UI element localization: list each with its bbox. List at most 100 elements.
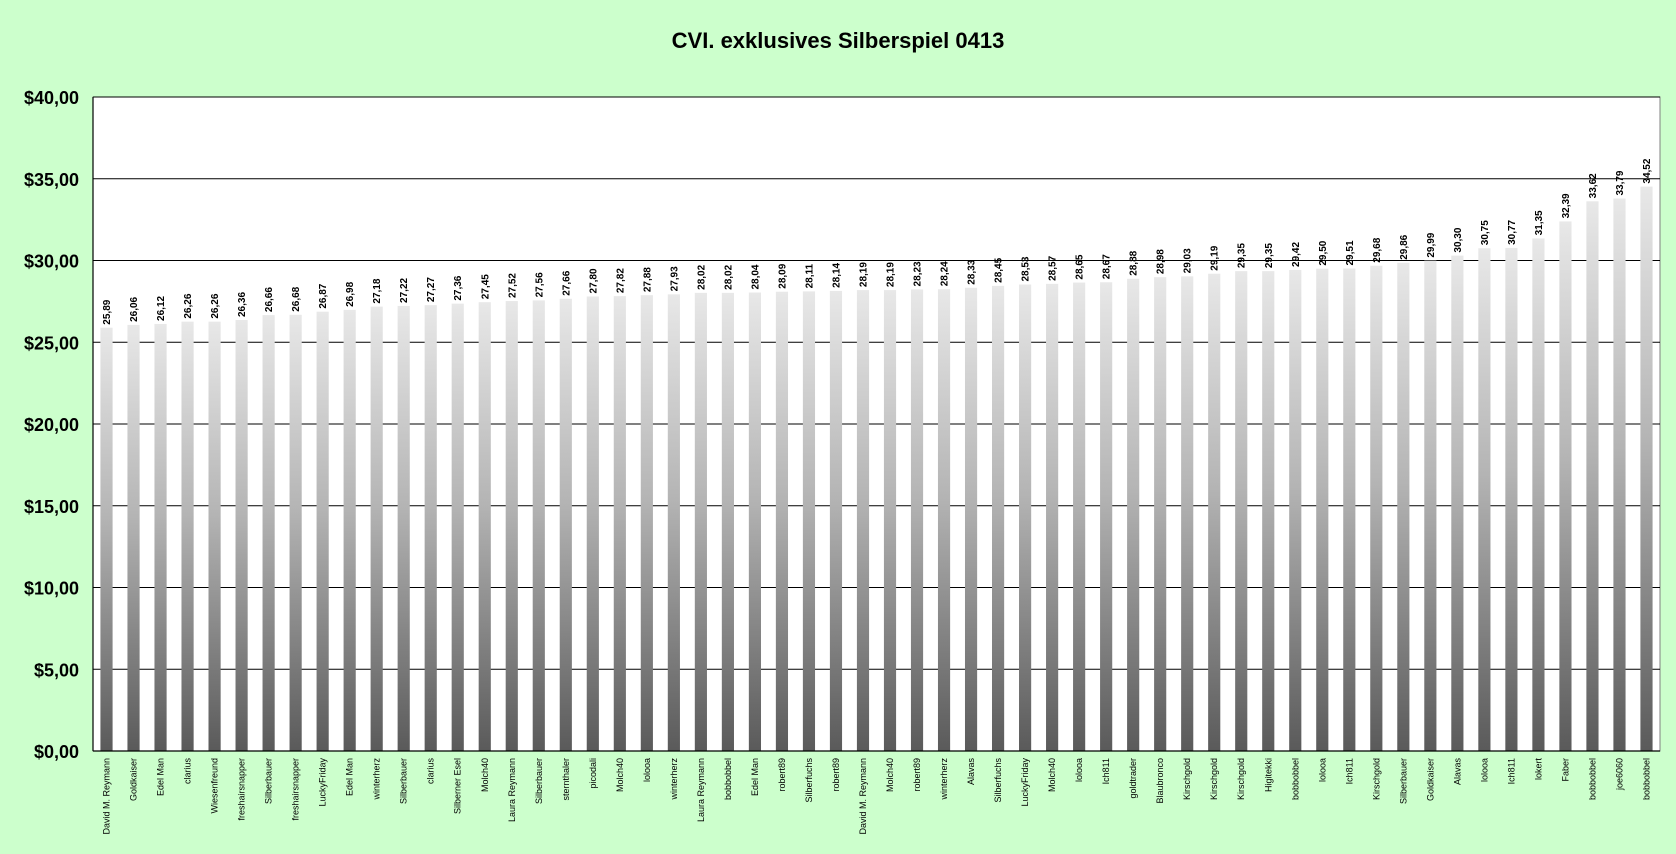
bar (613, 296, 626, 751)
data-label: 31,35 (1534, 210, 1545, 235)
data-label: 28,67 (1102, 254, 1113, 279)
data-label: 26,26 (210, 293, 221, 318)
x-tick-label: Edel Man (156, 758, 166, 796)
bar (181, 321, 194, 751)
x-tick-label: Kirschgold (1371, 758, 1381, 800)
data-label: 28,11 (804, 263, 815, 288)
data-label: 26,12 (156, 295, 167, 320)
data-label: 29,19 (1210, 245, 1221, 270)
bar (1316, 268, 1329, 751)
x-tick-label: Ich811 (1506, 758, 1516, 784)
data-label: 29,35 (1264, 243, 1275, 268)
bar (154, 323, 167, 751)
bar (1046, 283, 1059, 751)
data-label: 27,66 (561, 270, 572, 295)
bar (586, 296, 599, 751)
bar (262, 315, 275, 751)
bar (424, 305, 437, 751)
data-label: 27,36 (453, 275, 464, 300)
data-label: 29,99 (1426, 232, 1437, 257)
bar (343, 309, 356, 751)
bar (1019, 284, 1032, 751)
bar (1262, 271, 1275, 751)
bar (100, 327, 113, 751)
bar (640, 295, 653, 751)
bar (1154, 277, 1167, 751)
bar (1559, 221, 1572, 752)
x-tick-label: winterherz (669, 758, 679, 801)
data-label: 28,04 (750, 264, 761, 289)
y-tick-label: $15,00 (24, 497, 79, 517)
data-label: 27,82 (615, 268, 626, 293)
data-label: 26,26 (183, 293, 194, 318)
bar (883, 290, 897, 751)
data-label: 28,14 (831, 262, 842, 287)
data-label: 28,65 (1075, 254, 1086, 279)
bar (937, 289, 951, 751)
data-label: 28,23 (913, 261, 924, 286)
bar (991, 285, 1005, 751)
x-tick-label: freshairsnapper (291, 758, 301, 821)
x-tick-label: clarius (183, 758, 193, 785)
x-axis-tick-labels: David M. Reymann Goldkaiser Edel Man clariu… (102, 758, 1652, 835)
y-tick-label: $30,00 (24, 252, 79, 272)
y-tick-label: $20,00 (24, 415, 79, 435)
x-tick-label: Laura Reymann (507, 758, 517, 822)
bar (1127, 278, 1140, 751)
x-tick-label: Blaubronco (1155, 758, 1165, 804)
x-tick-label: Silberbauer (534, 758, 544, 804)
data-label: 33,62 (1588, 173, 1599, 198)
x-tick-label: Silberbauer (264, 758, 274, 804)
data-label: 28,88 (1129, 250, 1140, 275)
x-tick-label: robert89 (831, 758, 841, 792)
y-tick-label: $10,00 (24, 579, 79, 599)
data-label: 29,35 (1237, 243, 1248, 268)
x-tick-label: Kirschgold (1209, 758, 1219, 800)
bar (1640, 186, 1653, 751)
x-tick-label: robert89 (777, 758, 787, 792)
x-tick-label: lolooa (1074, 758, 1084, 782)
x-tick-label: Kirschgold (1182, 758, 1192, 800)
data-label: 27,93 (669, 266, 680, 291)
x-tick-label: freshairsnapper (237, 758, 247, 821)
data-label: 30,77 (1507, 219, 1518, 244)
data-label: 29,68 (1372, 237, 1383, 262)
x-tick-label: lolooa (1479, 758, 1489, 782)
data-label: 28,02 (723, 264, 734, 289)
x-tick-label: bobbobbel (1641, 758, 1651, 800)
bar (1073, 282, 1086, 751)
bar (1181, 276, 1194, 751)
bar (505, 301, 518, 751)
data-label: 27,27 (426, 277, 437, 302)
data-label: 28,33 (967, 259, 978, 284)
x-tick-label: winterherz (939, 758, 949, 801)
bar (829, 290, 843, 751)
x-tick-label: Alavas (966, 758, 976, 786)
x-tick-label: Silberbauer (1398, 758, 1408, 804)
bar (775, 291, 789, 751)
bar (910, 289, 924, 751)
data-label: 28,24 (940, 261, 951, 286)
x-tick-label: Silberner Esel (453, 758, 463, 814)
data-label: 28,19 (886, 262, 897, 287)
bar (559, 298, 572, 751)
bar (370, 306, 383, 751)
bar (1532, 238, 1545, 752)
bar-chart: $0,00 $5,00 $10,00 $15,00 $20,00 $25,00 $30,00… (24, 88, 1661, 835)
data-label: 33,79 (1615, 170, 1626, 195)
x-tick-label: bobbobbel (1587, 758, 1597, 800)
bar (1370, 265, 1383, 751)
bar (694, 292, 707, 751)
bar (1208, 273, 1221, 751)
bar (856, 290, 870, 751)
x-tick-label: lolooa (1317, 758, 1327, 782)
data-label: 32,39 (1561, 193, 1572, 218)
data-label: 26,98 (345, 281, 356, 306)
bar (1235, 271, 1248, 751)
bar (316, 311, 329, 751)
x-tick-label: clarius (426, 758, 436, 785)
x-tick-label: Kirschgold (1236, 758, 1246, 800)
x-tick-label: Alavas (1452, 758, 1462, 786)
data-label: 28,45 (994, 257, 1005, 282)
x-tick-label: bobbobbel (723, 758, 733, 800)
